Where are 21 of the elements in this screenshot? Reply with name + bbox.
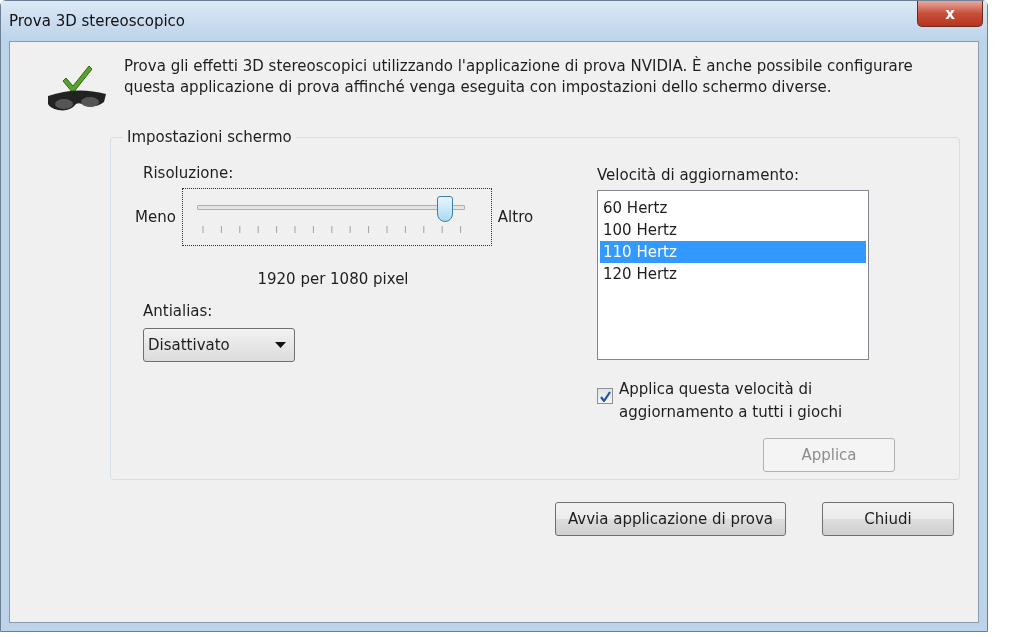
list-item[interactable]: 100 Hertz [600,219,866,241]
resolution-label: Risoluzione: [143,164,235,182]
list-item[interactable]: 120 Hertz [600,263,866,285]
group-title: Impostazioni schermo [126,128,293,146]
close-button[interactable]: x [917,1,983,27]
refresh-rate-label: Velocità di aggiornamento: [597,166,801,184]
description-text: Prova gli effetti 3D stereoscopici utilizzando l'applicazione di prova NVIDIA. È anche possibile configurare questa applicazione di prova affinché venga eseguita con impostazioni dello schermo diverse. [124,56,914,98]
list-item[interactable]: 60 Hertz [600,197,866,219]
max-label: Altro [497,208,534,226]
checkbox[interactable] [597,388,613,404]
start-test-button[interactable]: Avvia applicazione di prova [554,502,786,536]
min-label: Meno [135,208,176,226]
antialias-dropdown[interactable]: Disattivato [143,328,295,362]
window-title: Prova 3D stereoscopico [9,12,185,30]
checkbox-label: Applica questa velocità di aggiornamento a tutti i giochi [619,379,844,423]
caret-icon [275,342,286,348]
slider-thumb[interactable] [437,196,454,222]
resolution-slider[interactable] [181,188,492,246]
close-dialog-button[interactable]: Chiudi [822,502,954,536]
resolution-reading: 1920 per 1080 pixel [257,270,409,288]
antialias-label: Antialias: [143,302,214,320]
